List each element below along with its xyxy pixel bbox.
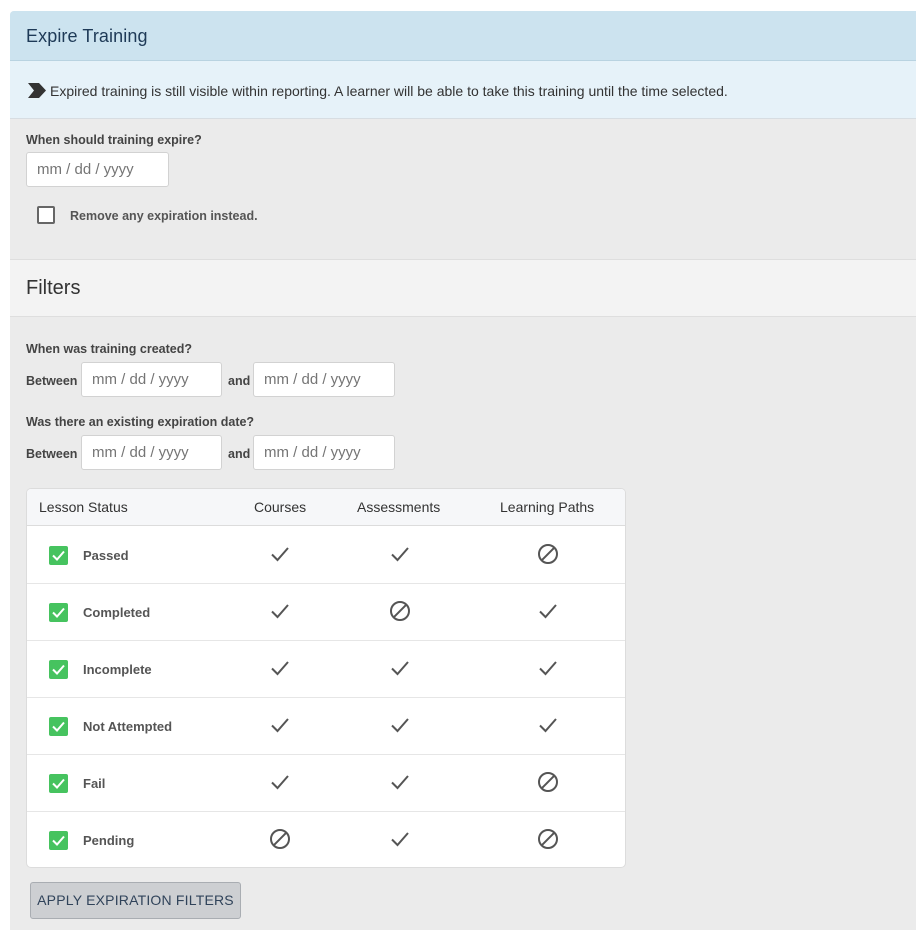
check-icon bbox=[269, 771, 291, 793]
check-icon bbox=[269, 600, 291, 622]
status-label: Pending bbox=[83, 833, 135, 848]
existing-between-label: Between bbox=[26, 447, 78, 461]
check-icon bbox=[537, 600, 559, 622]
table-header: Lesson Status Courses Assessments Learni… bbox=[27, 489, 625, 526]
remove-expiration-label: Remove any expiration instead. bbox=[70, 209, 258, 223]
table-row: Pending bbox=[27, 812, 625, 867]
status-label: Incomplete bbox=[83, 662, 152, 677]
apply-expiration-filters-button[interactable]: APPLY EXPIRATION FILTERS bbox=[30, 882, 241, 919]
status-label: Completed bbox=[83, 605, 151, 620]
status-label: Passed bbox=[83, 548, 129, 563]
info-text: Expired training is still visible within… bbox=[50, 83, 728, 99]
expire-date-input[interactable] bbox=[26, 152, 169, 187]
expire-training-panel: Expire Training Expired training is stil… bbox=[10, 11, 916, 930]
existing-question: Was there an existing expiration date? bbox=[26, 415, 255, 429]
not-allowed-icon bbox=[537, 543, 559, 565]
created-from-input[interactable] bbox=[81, 362, 222, 397]
table-row: Not Attempted bbox=[27, 698, 625, 755]
lesson-status-table: Lesson Status Courses Assessments Learni… bbox=[26, 488, 626, 868]
existing-to-input[interactable] bbox=[253, 435, 395, 470]
status-label: Fail bbox=[83, 776, 106, 791]
check-icon bbox=[389, 714, 411, 736]
remove-expiration-checkbox[interactable] bbox=[37, 206, 55, 224]
check-icon bbox=[269, 714, 291, 736]
not-allowed-icon bbox=[537, 771, 559, 793]
status-checkbox[interactable] bbox=[49, 831, 68, 850]
header-courses: Courses bbox=[254, 499, 307, 515]
check-icon bbox=[269, 657, 291, 679]
check-icon bbox=[537, 657, 559, 679]
table-row: Incomplete bbox=[27, 641, 625, 698]
status-checkbox[interactable] bbox=[49, 717, 68, 736]
table-row: Fail bbox=[27, 755, 625, 812]
filters-header: Filters bbox=[10, 259, 916, 317]
status-label: Not Attempted bbox=[83, 719, 173, 734]
not-allowed-icon bbox=[269, 828, 291, 850]
created-question: When was training created? bbox=[26, 342, 193, 356]
status-checkbox[interactable] bbox=[49, 660, 68, 679]
header-lesson-status: Lesson Status bbox=[39, 499, 128, 515]
status-checkbox[interactable] bbox=[49, 603, 68, 622]
expire-question: When should training expire? bbox=[26, 133, 202, 147]
table-row: Completed bbox=[27, 584, 625, 641]
header-learning-paths: Learning Paths bbox=[500, 499, 595, 515]
check-icon bbox=[389, 828, 411, 850]
created-to-input[interactable] bbox=[253, 362, 395, 397]
table-row: Passed bbox=[27, 527, 625, 584]
check-icon bbox=[269, 543, 291, 565]
check-icon bbox=[389, 543, 411, 565]
info-bar: Expired training is still visible within… bbox=[10, 61, 916, 119]
panel-header: Expire Training bbox=[10, 11, 916, 61]
existing-from-input[interactable] bbox=[81, 435, 222, 470]
chevron-right-icon bbox=[28, 83, 46, 98]
header-assessments: Assessments bbox=[357, 499, 441, 515]
status-checkbox[interactable] bbox=[49, 546, 68, 565]
filters-title: Filters bbox=[26, 277, 81, 299]
check-icon bbox=[537, 714, 559, 736]
not-allowed-icon bbox=[389, 600, 411, 622]
created-and-label: and bbox=[228, 374, 251, 388]
created-between-label: Between bbox=[26, 374, 78, 388]
panel-title: Expire Training bbox=[26, 26, 148, 46]
existing-and-label: and bbox=[228, 447, 251, 461]
check-icon bbox=[389, 657, 411, 679]
check-icon bbox=[389, 771, 411, 793]
not-allowed-icon bbox=[537, 828, 559, 850]
status-checkbox[interactable] bbox=[49, 774, 68, 793]
